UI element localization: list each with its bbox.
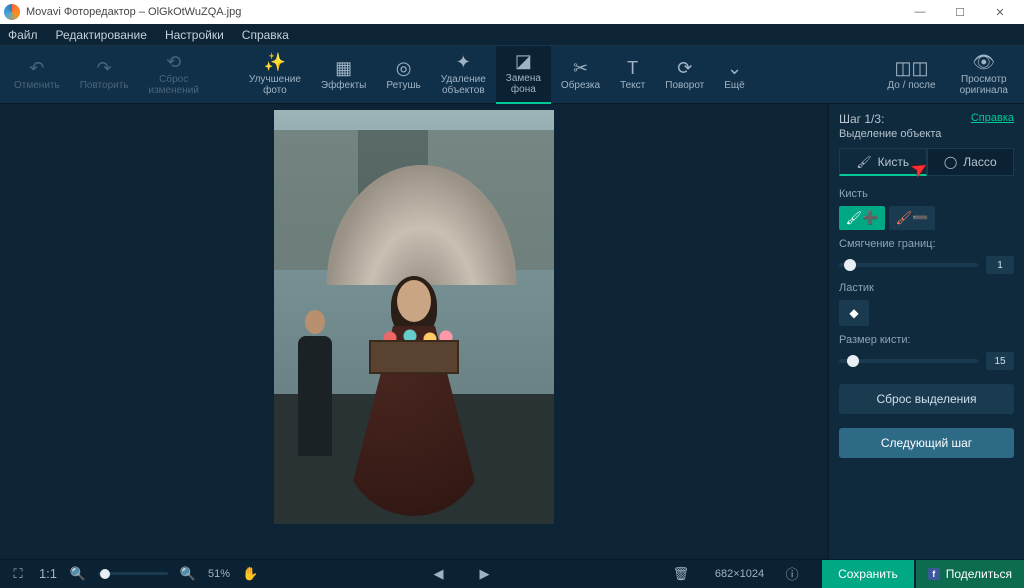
enhance-icon: ✨	[264, 53, 286, 71]
maximize-button[interactable]: ☐	[940, 0, 980, 24]
enhance-button[interactable]: ✨Улучшение фото	[239, 46, 311, 104]
save-button[interactable]: Сохранить	[822, 560, 914, 588]
next-step-button[interactable]: Следующий шаг	[839, 428, 1014, 458]
fit-button[interactable]: 1:1	[38, 566, 58, 581]
brush-icon: 🖌	[856, 155, 871, 169]
change-background-button[interactable]: ◪Замена фона	[496, 46, 551, 104]
fullscreen-button[interactable]: ⛶	[8, 566, 28, 582]
menu-bar: Файл Редактирование Настройки Справка	[0, 24, 1024, 46]
info-button[interactable]: ⓘ	[782, 564, 802, 583]
step-subtitle: Выделение объекта	[839, 128, 1014, 140]
background-icon: ◪	[515, 52, 532, 70]
reset-icon: ⟲	[166, 53, 181, 71]
lasso-icon: ◯	[944, 155, 957, 169]
compare-button[interactable]: ◫◫До / после	[875, 46, 947, 104]
view-original-button[interactable]: 👁Просмотр оригинала	[948, 46, 1020, 104]
soften-label: Смягчение границ:	[839, 238, 1014, 250]
minimize-button[interactable]: —	[900, 0, 940, 24]
prev-image-button[interactable]: ◀	[428, 566, 448, 582]
soften-slider[interactable]	[839, 263, 978, 267]
window-titlebar: Movavi Фоторедактор – OlGkOtWuZQA.jpg — …	[0, 0, 1024, 24]
canvas-area	[0, 104, 828, 559]
effects-icon: ▦	[335, 59, 352, 77]
zoom-in-button[interactable]: 🔍	[178, 566, 198, 582]
facebook-icon: f	[928, 568, 940, 580]
more-button[interactable]: ⌄Ещё	[714, 46, 754, 104]
tab-brush[interactable]: 🖌Кисть	[839, 148, 927, 176]
reset-selection-button[interactable]: Сброс выделения	[839, 384, 1014, 414]
image-canvas[interactable]	[274, 110, 554, 524]
tab-lasso[interactable]: ◯Лассо	[927, 148, 1015, 176]
zoom-value: 51%	[208, 568, 230, 580]
zoom-out-button[interactable]: 🔍	[68, 566, 88, 582]
side-panel: Шаг 1/3: Справка Выделение объекта 🖌Кист…	[828, 104, 1024, 559]
eraser-button[interactable]: ◆	[839, 300, 869, 326]
redo-button[interactable]: ↷Повторить	[70, 46, 139, 104]
remove-icon: ✦	[456, 53, 471, 71]
app-icon	[4, 4, 20, 20]
crop-icon: ✂	[573, 59, 588, 77]
image-dimensions: 682×1024	[715, 568, 764, 580]
menu-help[interactable]: Справка	[242, 28, 289, 42]
close-button[interactable]: ✕	[980, 0, 1020, 24]
menu-edit[interactable]: Редактирование	[56, 28, 147, 42]
compare-icon: ◫◫	[894, 59, 928, 77]
brush-section-label: Кисть	[839, 188, 1014, 200]
remove-objects-button[interactable]: ✦Удаление объектов	[431, 46, 496, 104]
retouch-icon: ◎	[396, 59, 412, 77]
brush-size-value: 15	[986, 352, 1014, 370]
soften-value: 1	[986, 256, 1014, 274]
hand-tool-button[interactable]: ✋	[240, 566, 260, 582]
brush-size-label: Размер кисти:	[839, 334, 1014, 346]
brush-add-button[interactable]: 🖌➕	[839, 206, 885, 230]
window-title: Movavi Фоторедактор – OlGkOtWuZQA.jpg	[26, 6, 900, 18]
text-button[interactable]: TТекст	[610, 46, 655, 104]
rotate-button[interactable]: ⟳Поворот	[655, 46, 714, 104]
next-image-button[interactable]: ▶	[474, 566, 494, 582]
main-toolbar: ↶Отменить ↷Повторить ⟲Сброс изменений ✨У…	[0, 46, 1024, 104]
share-button[interactable]: fПоделиться	[916, 560, 1024, 588]
brush-size-slider[interactable]	[839, 359, 978, 363]
menu-settings[interactable]: Настройки	[165, 28, 224, 42]
rotate-icon: ⟳	[677, 59, 692, 77]
reset-button[interactable]: ⟲Сброс изменений	[139, 46, 209, 104]
help-link[interactable]: Справка	[971, 112, 1014, 126]
effects-button[interactable]: ▦Эффекты	[311, 46, 376, 104]
crop-button[interactable]: ✂Обрезка	[551, 46, 610, 104]
undo-icon: ↶	[29, 59, 44, 77]
undo-button[interactable]: ↶Отменить	[4, 46, 70, 104]
text-icon: T	[627, 59, 638, 77]
zoom-slider[interactable]	[98, 572, 168, 575]
brush-subtract-button[interactable]: 🖌➖	[889, 206, 935, 230]
delete-button[interactable]: 🗑	[671, 566, 691, 582]
eye-icon: 👁	[972, 53, 995, 71]
status-bar: ⛶ 1:1 🔍 🔍 51% ✋ ◀ ▶ 🗑 682×1024 ⓘ Сохрани…	[0, 559, 1024, 587]
chevron-down-icon: ⌄	[727, 59, 742, 77]
step-label: Шаг 1/3:	[839, 112, 884, 126]
eraser-label: Ластик	[839, 282, 1014, 294]
redo-icon: ↷	[97, 59, 112, 77]
menu-file[interactable]: Файл	[8, 28, 38, 42]
retouch-button[interactable]: ◎Ретушь	[376, 46, 430, 104]
